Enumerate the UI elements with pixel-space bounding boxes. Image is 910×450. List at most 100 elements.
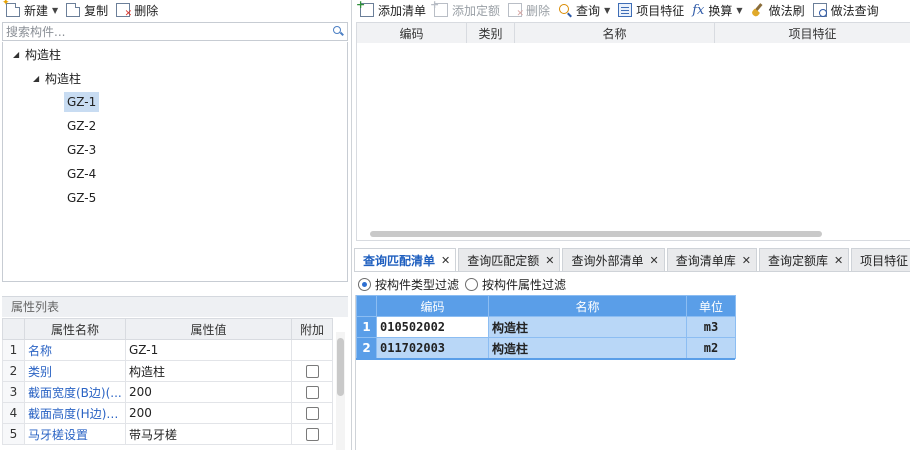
- tab-query-quota-library[interactable]: 查询定额库 ✕: [758, 248, 850, 272]
- property-name[interactable]: 截面宽度(B边)(...: [24, 381, 126, 403]
- list-name[interactable]: 构造柱: [488, 316, 687, 338]
- filter-by-type-label[interactable]: 按构件类型过滤: [375, 276, 459, 293]
- property-value[interactable]: 构造柱: [125, 360, 292, 382]
- item-feature-header[interactable]: 项目特征: [714, 22, 910, 44]
- tab-query-external-list[interactable]: 查询外部清单 ✕: [562, 248, 665, 272]
- table-row[interactable]: 3 截面宽度(B边)(... 200: [2, 381, 333, 403]
- name-header[interactable]: 名称: [514, 22, 715, 44]
- close-icon[interactable]: ✕: [441, 254, 450, 267]
- list-name[interactable]: 构造柱: [488, 337, 687, 359]
- row-number: 1: [356, 316, 377, 338]
- tree-item-gz-5[interactable]: GZ-5: [64, 188, 99, 208]
- new-button-label: 新建: [24, 3, 49, 18]
- unit-header[interactable]: 单位: [686, 295, 736, 317]
- delete-button[interactable]: 删除: [112, 0, 162, 20]
- table-row[interactable]: 1 名称 GZ-1: [2, 339, 333, 361]
- tab-query-list-library[interactable]: 查询清单库 ✕: [666, 248, 757, 272]
- tree-root-label: 构造柱: [25, 47, 62, 62]
- category-header[interactable]: 类别: [466, 22, 515, 44]
- close-icon[interactable]: ✕: [545, 254, 554, 267]
- extra-checkbox[interactable]: [305, 364, 319, 378]
- filter-by-attr-radio[interactable]: [465, 277, 479, 291]
- add-list-button[interactable]: 添加清单: [356, 0, 430, 20]
- tab-label: 查询外部清单: [571, 254, 644, 268]
- add-list-icon: [356, 0, 374, 17]
- tree-item-gz-1[interactable]: GZ-1: [64, 92, 100, 112]
- add-quota-button[interactable]: 添加定额: [430, 0, 504, 20]
- method-brush-button[interactable]: 做法刷: [747, 0, 809, 20]
- list-toolbar: 添加清单 添加定额 删除 查询 ▼ 项目特征 fx 换算 ▼ 做法刷 做法查询: [356, 0, 910, 20]
- property-name[interactable]: 名称: [24, 339, 126, 361]
- extra-checkbox[interactable]: [305, 385, 319, 399]
- code-header[interactable]: 编码: [376, 295, 489, 317]
- property-value[interactable]: GZ-1: [125, 339, 292, 361]
- property-name[interactable]: 截面高度(H边)(...: [24, 402, 126, 424]
- name-header[interactable]: 名称: [488, 295, 687, 317]
- list-code[interactable]: 010502002: [376, 316, 489, 338]
- tree-group[interactable]: ◢ 构造柱: [33, 68, 81, 88]
- table-row[interactable]: 5 马牙槎设置 带马牙槎: [2, 423, 333, 445]
- chevron-down-icon[interactable]: ▼: [604, 6, 610, 15]
- filter-by-type-radio[interactable]: [358, 277, 371, 291]
- close-icon[interactable]: ✕: [834, 254, 843, 267]
- method-query-button[interactable]: 做法查询: [809, 0, 883, 20]
- tab-label: 查询匹配定额: [467, 254, 540, 268]
- caret-down-icon[interactable]: ◢: [13, 50, 25, 59]
- property-table: 属性名称 属性值 附加 1 名称 GZ-1 2 类别 构造柱 3 截面宽度(B边…: [2, 318, 333, 445]
- tree-item-gz-3[interactable]: GZ-3: [64, 140, 99, 160]
- chevron-down-icon[interactable]: ▼: [736, 6, 742, 15]
- extra-checkbox[interactable]: [305, 406, 319, 420]
- tree-item-gz-2[interactable]: GZ-2: [64, 116, 99, 136]
- tree-root[interactable]: ◢ 构造柱: [13, 44, 61, 64]
- row-number: 1: [2, 339, 25, 361]
- matched-list-header: 编码 名称 单位: [356, 295, 736, 317]
- table-row[interactable]: 2 011702003 构造柱 m2: [356, 337, 736, 359]
- tab-query-matched-list[interactable]: 查询匹配清单 ✕: [354, 248, 457, 272]
- add-list-label: 添加清单: [378, 3, 427, 18]
- row-number: 2: [2, 360, 25, 382]
- delete-button-label: 删除: [134, 3, 159, 18]
- caret-down-icon[interactable]: ◢: [33, 74, 45, 83]
- property-table-header: 属性名称 属性值 附加: [2, 318, 333, 340]
- list-unit[interactable]: m3: [686, 316, 736, 338]
- horizontal-scrollbar[interactable]: [370, 231, 822, 237]
- tab-item-feature[interactable]: 项目特征 ✕: [851, 248, 910, 272]
- property-value[interactable]: 带马牙槎: [125, 423, 292, 445]
- table-row[interactable]: 2 类别 构造柱: [2, 360, 333, 382]
- result-left-border: [355, 295, 356, 450]
- pane-divider[interactable]: [351, 0, 352, 450]
- list-grid: 编码 类别 名称 项目特征: [356, 22, 910, 44]
- convert-button[interactable]: fx 换算 ▼: [688, 0, 746, 20]
- close-icon[interactable]: ✕: [742, 254, 751, 267]
- list-unit[interactable]: m2: [686, 337, 736, 359]
- list-code[interactable]: 011702003: [376, 337, 489, 359]
- property-name[interactable]: 类别: [24, 360, 126, 382]
- table-row[interactable]: 1 010502002 构造柱 m3: [356, 316, 736, 338]
- query-tabs: 查询匹配清单 ✕ 查询匹配定额 ✕ 查询外部清单 ✕ 查询清单库 ✕ 查询定额库…: [354, 248, 910, 272]
- matched-list-grid: 编码 名称 单位 1 010502002 构造柱 m3 2 011702003 …: [356, 295, 736, 359]
- code-header[interactable]: 编码: [356, 22, 467, 44]
- property-value-header: 属性值: [125, 318, 292, 340]
- table-row[interactable]: 4 截面高度(H边)(... 200: [2, 402, 333, 424]
- list-grid-body[interactable]: [356, 43, 910, 241]
- extra-checkbox[interactable]: [305, 427, 319, 441]
- query-button[interactable]: 查询 ▼: [554, 0, 614, 20]
- filter-by-attr-label[interactable]: 按构件属性过滤: [482, 276, 566, 293]
- search-input[interactable]: [3, 23, 331, 40]
- copy-button[interactable]: 复制: [62, 0, 112, 20]
- property-name[interactable]: 马牙槎设置: [24, 423, 126, 445]
- property-scrollbar[interactable]: [336, 332, 345, 450]
- tree-item-gz-4[interactable]: GZ-4: [64, 164, 99, 184]
- scrollbar-thumb[interactable]: [337, 338, 344, 396]
- new-button[interactable]: 新建 ▼: [2, 0, 62, 20]
- tab-query-matched-quota[interactable]: 查询匹配定额 ✕: [458, 248, 561, 272]
- search-icon[interactable]: [331, 23, 347, 40]
- chevron-down-icon[interactable]: ▼: [52, 6, 58, 15]
- add-quota-label: 添加定额: [452, 3, 501, 18]
- close-icon[interactable]: ✕: [649, 254, 658, 267]
- query-label: 查询: [576, 3, 601, 18]
- property-value[interactable]: 200: [125, 381, 292, 403]
- delete-row-button[interactable]: 删除: [504, 0, 554, 20]
- item-feature-button[interactable]: 项目特征: [614, 0, 688, 20]
- property-value[interactable]: 200: [125, 402, 292, 424]
